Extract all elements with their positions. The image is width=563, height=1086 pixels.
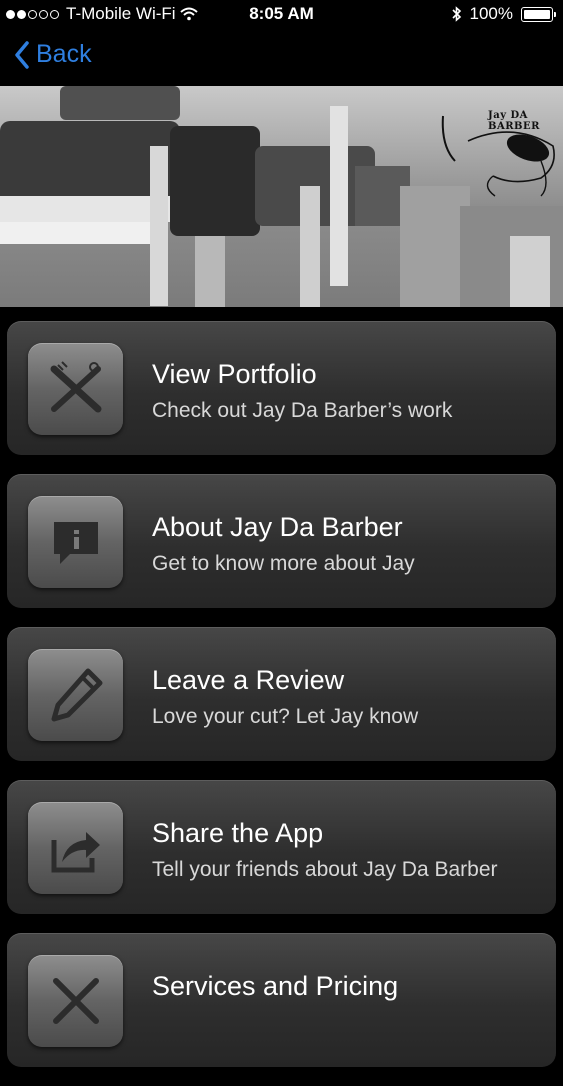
menu-item-subtitle: Check out Jay Da Barber’s work xyxy=(152,399,453,422)
main-menu: View Portfolio Check out Jay Da Barber’s… xyxy=(7,321,556,1086)
navigation-bar: Back xyxy=(0,30,563,85)
menu-item-services-pricing[interactable]: Services and Pricing xyxy=(7,933,556,1067)
share-icon xyxy=(28,802,123,894)
scissors-icon xyxy=(28,955,123,1047)
menu-item-title: Services and Pricing xyxy=(152,971,399,1001)
menu-item-share-app[interactable]: Share the App Tell your friends about Ja… xyxy=(7,780,556,914)
menu-item-subtitle: Love your cut? Let Jay know xyxy=(152,705,419,728)
jay-da-barber-logo: Jay DA BARBER xyxy=(423,86,563,307)
pencil-icon xyxy=(28,649,123,741)
menu-item-title: View Portfolio xyxy=(152,359,317,389)
menu-item-title: About Jay Da Barber xyxy=(152,512,403,542)
menu-item-title: Share the App xyxy=(152,818,324,848)
hero-banner: Jay DA BARBER xyxy=(0,86,563,307)
back-label: Back xyxy=(36,40,92,68)
battery-percent: 100% xyxy=(469,4,513,23)
status-bar: T-Mobile Wi-Fi 8:05 AM 100% xyxy=(0,0,563,30)
chevron-left-icon xyxy=(15,40,29,69)
menu-item-about[interactable]: About Jay Da Barber Get to know more abo… xyxy=(7,474,556,608)
menu-item-subtitle: Get to know more about Jay xyxy=(152,552,415,575)
scissors-comb-icon xyxy=(28,343,123,435)
battery-icon xyxy=(521,6,556,22)
bluetooth-icon xyxy=(451,6,461,22)
menu-item-view-portfolio[interactable]: View Portfolio Check out Jay Da Barber’s… xyxy=(7,321,556,455)
menu-item-title: Leave a Review xyxy=(152,665,345,695)
info-chat-icon xyxy=(28,496,123,588)
menu-item-leave-review[interactable]: Leave a Review Love your cut? Let Jay kn… xyxy=(7,627,556,761)
status-right: 100% xyxy=(451,4,556,24)
menu-item-subtitle: Tell your friends about Jay Da Barber xyxy=(152,858,498,881)
back-button[interactable]: Back xyxy=(14,40,92,69)
